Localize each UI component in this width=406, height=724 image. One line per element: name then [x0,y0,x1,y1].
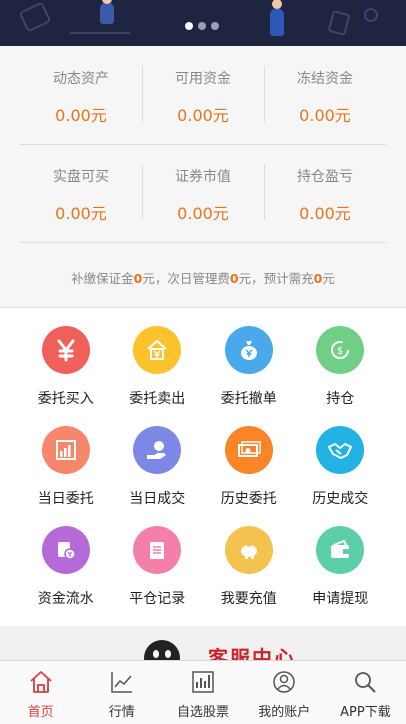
banner-person-illustration [100,0,114,24]
tab-watchlist[interactable]: 自选股票 [162,661,243,724]
home-icon [29,671,52,693]
search-icon [355,672,377,693]
trend-icon [111,672,132,693]
asset-label: 动态资产 [53,71,109,87]
svg-text:$: $ [337,346,343,357]
withdraw-button[interactable]: 申请提现 [295,518,387,618]
entrust-sell-button[interactable]: 委托卖出 [112,318,204,418]
carousel-dot[interactable] [198,22,206,30]
function-label: 历史成交 [312,491,369,507]
tab-label: 首页 [27,705,54,720]
asset-label: 证券市值 [175,169,231,185]
coin-cycle-icon: $ [316,326,365,374]
recharge-button[interactable]: 我要充值 [203,518,295,618]
tab-market[interactable]: 行情 [81,661,162,724]
bottom-tab-bar: 首页 行情 自选股票 我的账户 APP下载 [0,660,406,724]
divider [20,144,386,145]
function-label: 平仓记录 [129,591,186,607]
today-entrust-button[interactable]: 当日委托 [20,418,112,518]
tab-home[interactable]: 首页 [0,661,81,724]
customer-service-title: 客服中心 [208,646,296,662]
tab-my-account[interactable]: 我的账户 [244,661,325,724]
handshake-icon [316,426,365,474]
wallet-icon [316,526,365,574]
asset-dynamic: 动态资产 0.00元 [20,60,142,140]
function-label: 资金流水 [37,591,94,607]
house-yen-icon [133,326,182,374]
banner-clock-illustration [364,8,378,22]
function-grid: 委托买入 委托卖出 委托撤单 $ 持仓 当日委托 当日成交 历史委托 历史成交 … [20,318,386,618]
function-label: 当日委托 [37,491,94,507]
asset-value: 0.00元 [299,204,351,223]
carousel-dot[interactable] [185,22,193,30]
carousel-indicator[interactable] [185,22,219,30]
tab-app-download[interactable]: APP下载 [325,661,406,724]
holdings-button[interactable]: $ 持仓 [295,318,387,418]
qq-penguin-icon [144,640,180,662]
function-label: 我要充值 [220,591,277,607]
function-label: 委托买入 [37,391,94,407]
close-position-record-button[interactable]: 平仓记录 [112,518,204,618]
function-label: 委托撤单 [220,391,277,407]
note-number: 0 [229,271,239,286]
asset-value: 0.00元 [177,204,229,223]
asset-row: 动态资产 0.00元 可用资金 0.00元 冻结资金 0.00元 [20,60,386,140]
tab-label: 自选股票 [177,705,230,720]
divider [20,242,386,243]
entrust-buy-button[interactable]: 委托买入 [20,318,112,418]
bar-chart-icon [41,426,90,474]
note-text: 元，次日管理费 [142,271,230,286]
function-label: 当日成交 [129,491,186,507]
margin-note: 补缴保证金0元，次日管理费0元，预计需充0元 [0,268,406,287]
money-bag-icon [224,326,273,374]
top-banner[interactable] [0,0,406,46]
asset-buyable: 实盘可买 0.00元 [20,158,142,238]
asset-summary: 动态资产 0.00元 可用资金 0.00元 冻结资金 0.00元 实盘可买 0.… [0,46,406,308]
asset-label: 冻结资金 [297,71,353,87]
hand-money-icon [133,426,182,474]
function-label: 持仓 [326,391,355,407]
piggy-bank-icon [224,526,273,574]
asset-frozen: 冻结资金 0.00元 [264,60,386,140]
record-icon [133,526,182,574]
banner-book-illustration [18,1,52,33]
asset-value: 0.00元 [55,204,107,223]
today-deal-button[interactable]: 当日成交 [112,418,204,518]
banknotes-icon [224,426,273,474]
asset-value: 0.00元 [55,106,107,125]
note-text: 元 [322,271,335,286]
note-number: 0 [313,271,323,286]
note-text: 补缴保证金 [71,271,134,286]
carousel-dot[interactable] [211,22,219,30]
tab-label: 行情 [108,705,135,720]
asset-value: 0.00元 [299,106,351,125]
asset-label: 可用资金 [175,71,231,87]
cash-flow-icon [41,526,90,574]
entrust-cancel-button[interactable]: 委托撤单 [203,318,295,418]
history-deal-button[interactable]: 历史成交 [295,418,387,518]
asset-position-pnl: 持仓盈亏 0.00元 [264,158,386,238]
banner-phone-illustration [327,10,351,36]
cash-flow-button[interactable]: 资金流水 [20,518,112,618]
note-text: 元，预计需充 [238,271,314,286]
asset-market-value: 证券市值 0.00元 [142,158,264,238]
asset-label: 持仓盈亏 [297,169,353,185]
history-entrust-button[interactable]: 历史委托 [203,418,295,518]
function-label: 申请提现 [312,591,369,607]
user-icon [273,671,295,693]
asset-label: 实盘可买 [53,169,109,185]
customer-service-banner[interactable]: 客服中心 [0,626,406,662]
tab-label: 我的账户 [258,705,311,720]
function-label: 委托卖出 [129,391,186,407]
asset-row: 实盘可买 0.00元 证券市值 0.00元 持仓盈亏 0.00元 [20,158,386,238]
tab-label: APP下载 [340,705,391,720]
banner-person-illustration [270,0,284,36]
stock-chart-icon [192,671,214,693]
function-label: 历史委托 [220,491,277,507]
asset-value: 0.00元 [177,106,229,125]
yen-icon [41,326,90,374]
asset-available: 可用资金 0.00元 [142,60,264,140]
